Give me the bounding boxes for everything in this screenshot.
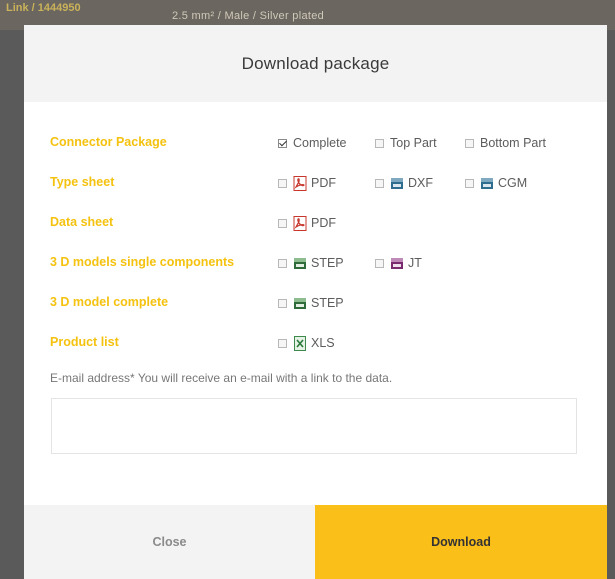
option-3d-single-step[interactable]: STEP xyxy=(278,253,344,273)
row-label-3d-model-complete: 3 D model complete xyxy=(50,295,169,309)
row-label-3d-models-single: 3 D models single components xyxy=(50,255,235,269)
background-product-attributes: 2.5 mm² / Male / Silver plated xyxy=(172,10,325,22)
option-type-sheet-cgm[interactable]: CGM xyxy=(465,173,527,193)
step-icon xyxy=(294,257,306,269)
complete-checkbox[interactable] xyxy=(278,138,287,148)
option-3d-complete-step[interactable]: STEP xyxy=(278,293,344,313)
row-3d-models-single: 3 D models single components STEP JT xyxy=(24,253,607,273)
modal-header: Download package xyxy=(24,25,607,102)
data-sheet-pdf-checkbox[interactable] xyxy=(278,218,287,228)
email-input[interactable] xyxy=(51,398,577,454)
row-label-product-list: Product list xyxy=(50,335,119,349)
type-sheet-cgm-checkbox[interactable] xyxy=(465,178,474,188)
bottom-part-checkbox[interactable] xyxy=(465,138,474,148)
3d-single-jt-checkbox[interactable] xyxy=(375,258,384,268)
option-label: XLS xyxy=(311,336,335,350)
option-3d-single-jt[interactable]: JT xyxy=(375,253,422,273)
3d-complete-step-checkbox[interactable] xyxy=(278,298,287,308)
option-label: Complete xyxy=(293,136,347,150)
modal-title: Download package xyxy=(241,53,390,73)
step-icon xyxy=(294,297,306,309)
xls-icon xyxy=(294,335,306,351)
top-part-checkbox[interactable] xyxy=(375,138,384,148)
row-3d-model-complete: 3 D model complete STEP xyxy=(24,293,607,313)
background-breadcrumb: Link / 1444950 xyxy=(6,2,81,14)
option-label: Top Part xyxy=(390,136,437,150)
type-sheet-dxf-checkbox[interactable] xyxy=(375,178,384,188)
option-type-sheet-pdf[interactable]: PDF xyxy=(278,173,336,193)
row-data-sheet: Data sheet PDF xyxy=(24,213,607,233)
type-sheet-pdf-checkbox[interactable] xyxy=(278,178,287,188)
cgm-icon xyxy=(481,177,493,189)
row-connector-package: Connector Package Complete Top Part Bott… xyxy=(24,133,607,153)
dxf-icon xyxy=(391,177,403,189)
option-top-part[interactable]: Top Part xyxy=(375,133,437,153)
email-label: E-mail address* You will receive an e-ma… xyxy=(50,371,393,385)
option-label: CGM xyxy=(498,176,528,190)
row-type-sheet: Type sheet PDF DXF CGM xyxy=(24,173,607,193)
row-label-type-sheet: Type sheet xyxy=(50,175,115,189)
option-label: STEP xyxy=(311,256,344,270)
option-data-sheet-pdf[interactable]: PDF xyxy=(278,213,336,233)
download-button[interactable]: Download xyxy=(315,505,607,579)
option-product-list-xls[interactable]: XLS xyxy=(278,333,335,353)
option-label: PDF xyxy=(311,216,336,230)
pdf-icon xyxy=(293,215,307,231)
row-product-list: Product list XLS xyxy=(24,333,607,353)
row-label-data-sheet: Data sheet xyxy=(50,215,114,229)
option-label: STEP xyxy=(311,296,344,310)
option-label: DXF xyxy=(408,176,433,190)
option-bottom-part[interactable]: Bottom Part xyxy=(465,133,546,153)
3d-single-step-checkbox[interactable] xyxy=(278,258,287,268)
option-label: PDF xyxy=(311,176,336,190)
option-label: JT xyxy=(408,256,422,270)
option-complete[interactable]: Complete xyxy=(278,133,347,153)
jt-icon xyxy=(391,257,403,269)
pdf-icon xyxy=(293,175,307,191)
option-label: Bottom Part xyxy=(480,136,546,150)
download-package-modal: Download package Connector Package Compl… xyxy=(24,25,607,579)
row-label-connector-package: Connector Package xyxy=(50,135,167,149)
product-list-xls-checkbox[interactable] xyxy=(278,338,287,348)
close-button[interactable]: Close xyxy=(24,505,315,579)
modal-footer: Close Download xyxy=(24,505,607,579)
option-type-sheet-dxf[interactable]: DXF xyxy=(375,173,433,193)
